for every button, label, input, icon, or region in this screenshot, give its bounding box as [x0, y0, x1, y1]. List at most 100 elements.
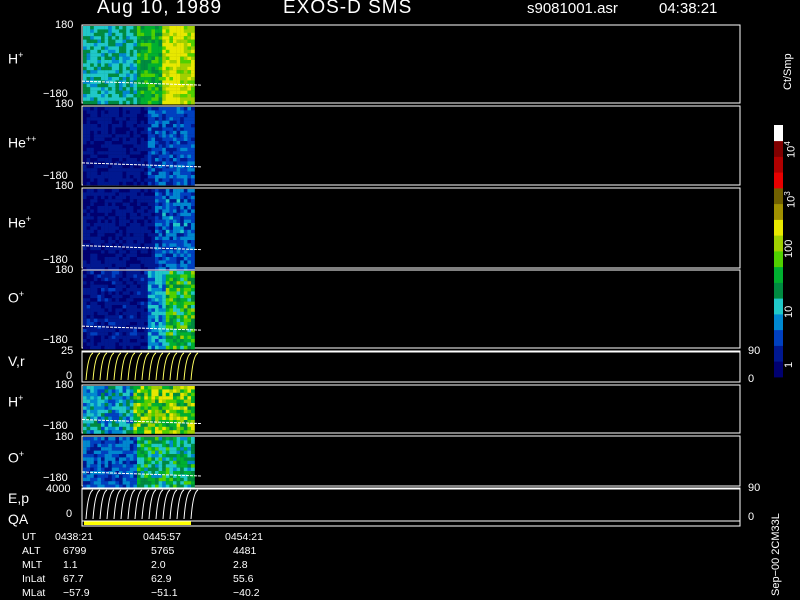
- trace-curve: [155, 489, 164, 520]
- trace-curve: [162, 489, 171, 520]
- trace-curve: [169, 489, 178, 520]
- panel-label-ep: E,p: [8, 490, 30, 506]
- tick-he1-top: 180: [55, 180, 74, 192]
- trace-curve: [155, 352, 164, 381]
- trace-curve: [106, 489, 115, 520]
- trace-curve: [99, 489, 108, 520]
- colorbar-swatch: [774, 188, 783, 205]
- colorbar-swatch: [774, 345, 783, 362]
- table-cell: −51.1: [151, 587, 178, 599]
- tick-he2-top: 180: [55, 98, 74, 110]
- trace-curve: [99, 352, 108, 381]
- colorbar-swatch: [774, 298, 783, 315]
- panel-label-he-plus-plus: He++: [8, 134, 37, 151]
- tick-vr-right-bottom: 0: [748, 373, 755, 385]
- colorbar-label-1e3: 103: [783, 191, 798, 208]
- trace-curve: [190, 352, 199, 381]
- trace-curve: [169, 352, 178, 381]
- colorbar-swatch: [774, 219, 783, 236]
- trace-curve: [120, 352, 129, 381]
- trace-curve: [134, 352, 143, 381]
- trace-curve: [85, 489, 94, 520]
- panel-label-vr: V,r: [8, 353, 25, 369]
- table-row-label: InLat: [22, 573, 46, 585]
- spectrogram-cells: [83, 437, 195, 489]
- trace-curve: [183, 489, 192, 520]
- tick-h2-top: 180: [55, 379, 74, 391]
- table-cell: 5765: [151, 545, 175, 557]
- colorbar-swatch: [774, 172, 783, 189]
- panel-label-he-plus: He+: [8, 214, 32, 231]
- panel-label-o-plus: O+: [8, 289, 25, 306]
- table-cell: 0445:57: [143, 531, 181, 543]
- colorbar-swatch: [774, 140, 783, 157]
- table-cell: −40.2: [233, 587, 260, 599]
- footer-id: Sep−00 2CM33L: [770, 513, 782, 596]
- trace-curve: [85, 352, 94, 381]
- table-cell: 2.8: [233, 559, 248, 571]
- spectrogram-cells: [83, 26, 195, 105]
- table-cell: 67.7: [63, 573, 84, 585]
- trace-curve: [113, 352, 122, 381]
- colorbar-label-10: 10: [783, 305, 795, 318]
- tick-ep-top: 4000: [46, 483, 71, 495]
- spectrogram-cells: [83, 271, 195, 350]
- colorbar-swatch: [774, 361, 783, 378]
- tick-ep-right-top: 90: [748, 482, 761, 494]
- table-row-label: UT: [22, 531, 36, 543]
- trace-curve: [190, 489, 199, 520]
- tick-o2-top: 180: [55, 431, 74, 443]
- panel-label-qa: QA: [8, 511, 29, 527]
- tick-o1-top: 180: [55, 264, 74, 276]
- table-row-label: MLT: [22, 559, 43, 571]
- colorbar-unit: Ct/Smp: [782, 53, 794, 90]
- tick-ep-right-bottom: 0: [748, 511, 755, 523]
- trace-curve: [127, 352, 136, 381]
- trace-curve: [106, 352, 115, 381]
- panel-frame: [81, 350, 741, 383]
- colorbar-swatch: [774, 266, 783, 283]
- table-cell: 4481: [233, 545, 257, 557]
- colorbar-swatch: [774, 235, 783, 252]
- colorbar-swatch: [774, 314, 783, 331]
- trace-curve: [176, 352, 185, 381]
- table-cell: 0438:21: [55, 531, 93, 543]
- tick-ep-bottom: 0: [66, 508, 73, 520]
- trace-curve: [92, 489, 101, 520]
- trace-curve: [162, 352, 171, 381]
- colorbar-swatch: [774, 203, 783, 220]
- tick-vr-right-top: 90: [748, 345, 761, 357]
- table-cell: 6799: [63, 545, 87, 557]
- panel-label-h-plus: H+: [8, 50, 24, 67]
- table-row-label: ALT: [22, 545, 41, 557]
- trace-curve: [148, 352, 157, 381]
- panel-frame: [81, 487, 741, 522]
- trace-curve: [92, 352, 101, 381]
- trace-curve: [120, 489, 129, 520]
- table-row-label: MLat: [22, 587, 46, 599]
- trace-curve: [134, 489, 143, 520]
- trace-curve: [127, 489, 136, 520]
- colorbar-swatch: [774, 156, 783, 173]
- colorbar-swatch: [774, 282, 783, 299]
- table-cell: 62.9: [151, 573, 172, 585]
- trace-curve: [141, 489, 150, 520]
- colorbar-swatch: [774, 125, 783, 142]
- spectrogram-cells: [83, 107, 195, 186]
- colorbar-swatch: [774, 329, 783, 346]
- trace-curve: [183, 352, 192, 381]
- spectrogram-cells: [83, 189, 195, 271]
- qa-bar: [84, 521, 191, 525]
- table-cell: −57.9: [63, 587, 90, 599]
- tick-vr-top: 25: [61, 345, 74, 357]
- table-cell: 1.1: [63, 559, 78, 571]
- table-cell: 2.0: [151, 559, 166, 571]
- trace-curve: [141, 352, 150, 381]
- table-cell: 0454:21: [225, 531, 263, 543]
- trace-curve: [148, 489, 157, 520]
- panel-label-h-plus-2: H+: [8, 393, 24, 410]
- colorbar-label-1: 1: [783, 361, 795, 368]
- panel-label-o-plus-2: O+: [8, 449, 25, 466]
- table-cell: 55.6: [233, 573, 254, 585]
- tick-h1-top: 180: [55, 19, 74, 31]
